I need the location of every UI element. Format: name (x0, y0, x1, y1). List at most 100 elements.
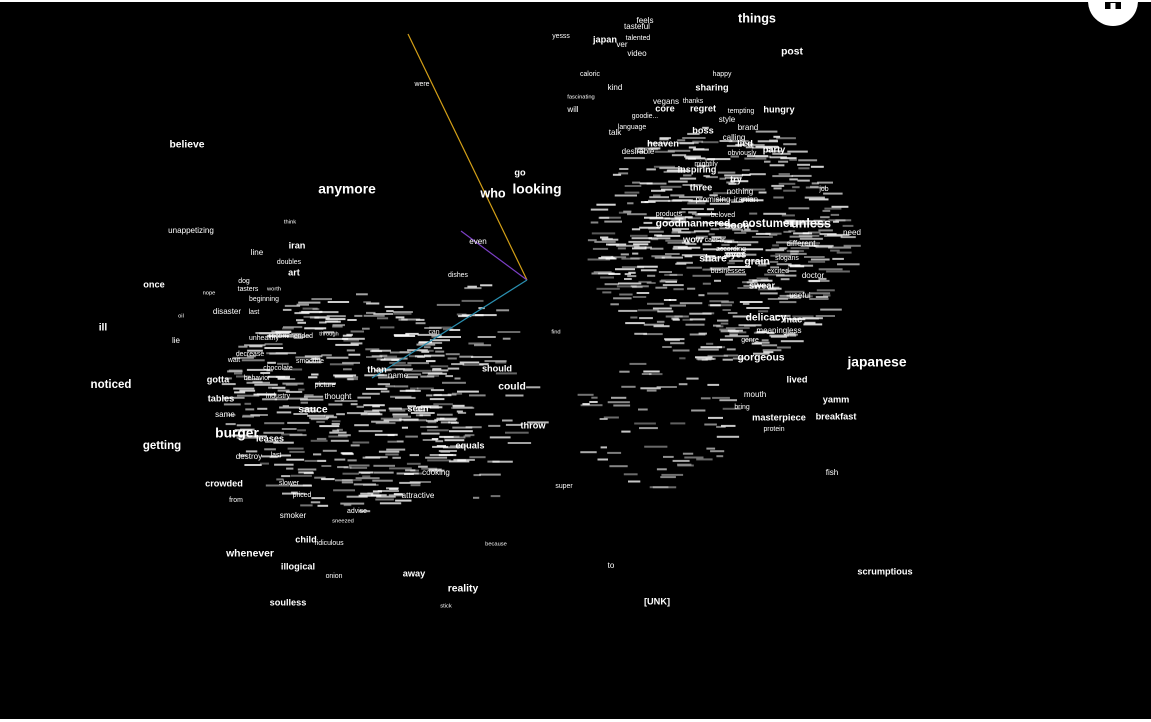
word-point[interactable]: line (251, 248, 264, 257)
word-point[interactable]: iranian (734, 195, 758, 204)
word-point[interactable]: smoothie (296, 358, 324, 365)
word-point[interactable]: mac (784, 314, 802, 324)
word-point[interactable]: video (627, 49, 647, 58)
word-point[interactable]: same (215, 410, 235, 419)
word-point[interactable]: iran (289, 240, 306, 250)
word-point[interactable]: super (555, 483, 573, 490)
word-point[interactable]: brand (738, 123, 759, 132)
word-point[interactable]: grain (744, 257, 769, 268)
word-point[interactable]: should (482, 363, 512, 373)
word-point[interactable]: eyes (726, 249, 746, 259)
word-point[interactable]: goodie... (632, 113, 659, 120)
word-point[interactable]: chocolate (263, 365, 293, 372)
word-point[interactable]: masterpiece (752, 412, 806, 422)
word-point[interactable]: go (514, 167, 526, 177)
word-point[interactable]: obviously (728, 150, 757, 157)
word-point[interactable]: from (229, 497, 243, 504)
word-point[interactable]: worth (266, 287, 281, 293)
word-point[interactable]: soulless (270, 597, 307, 607)
word-point[interactable]: caloric (580, 71, 600, 78)
word-point[interactable]: behavior (244, 375, 271, 382)
word-point[interactable]: wait (227, 357, 240, 364)
word-point[interactable]: fish (826, 468, 839, 477)
word-point[interactable]: oil (178, 314, 184, 320)
word-point[interactable]: tasteful (624, 22, 650, 31)
word-point[interactable]: wow (682, 234, 704, 244)
word-point[interactable]: swear (749, 280, 775, 290)
word-point[interactable]: gorgeous (737, 353, 784, 364)
word-point[interactable]: boss (692, 125, 713, 135)
word-point[interactable]: sauce (298, 405, 328, 416)
word-point[interactable]: smoker (280, 511, 307, 520)
word-point[interactable]: unless (791, 216, 831, 230)
word-point[interactable]: scrumptious (857, 566, 912, 576)
word-point[interactable]: getting (143, 440, 181, 452)
word-point[interactable]: cooking (422, 468, 450, 477)
word-point[interactable]: goodmannered (656, 219, 731, 230)
word-point[interactable]: crowded (205, 478, 243, 488)
word-point[interactable]: illogical (281, 561, 315, 571)
word-point[interactable]: equals (455, 440, 484, 450)
word-point[interactable]: disaster (213, 307, 241, 316)
word-point[interactable]: through (319, 332, 339, 338)
word-point[interactable]: sharing (695, 82, 728, 92)
word-point[interactable]: could (498, 382, 526, 393)
word-point[interactable]: party (763, 144, 786, 154)
word-point[interactable]: tasters (238, 286, 259, 293)
word-point[interactable]: destroy (236, 452, 262, 461)
embedding-scatter-plot[interactable]: thingspostfeelstastefultalentedjapanvide… (0, 2, 1151, 719)
word-point[interactable]: ver (616, 40, 627, 49)
word-point[interactable]: than (367, 364, 387, 374)
word-point[interactable]: priced (293, 492, 312, 499)
word-point[interactable]: looking (512, 182, 561, 197)
word-point[interactable]: hungry (763, 104, 795, 114)
word-point[interactable]: tables (208, 393, 235, 403)
word-point[interactable]: slogans (775, 255, 799, 262)
word-point[interactable]: post (781, 47, 803, 58)
word-point[interactable]: three (690, 182, 712, 192)
word-point[interactable]: lived (787, 374, 808, 384)
word-point[interactable]: businesses (711, 268, 746, 275)
word-point[interactable]: try (730, 174, 743, 184)
word-point[interactable]: will (566, 105, 578, 114)
word-point[interactable]: different (787, 239, 817, 248)
word-point[interactable]: mouth (744, 390, 766, 399)
word-point[interactable]: lie (172, 336, 181, 345)
word-point[interactable]: fascinating (567, 95, 595, 101)
word-point[interactable]: caesar (705, 237, 726, 244)
word-point[interactable]: away (403, 568, 426, 578)
word-point[interactable]: recommended (269, 333, 313, 340)
word-point[interactable]: delicacy (746, 313, 787, 324)
word-point[interactable]: talented (626, 35, 651, 42)
word-point[interactable]: once (143, 279, 164, 289)
word-point[interactable]: share (699, 254, 727, 265)
word-point[interactable]: tempting (728, 108, 755, 115)
word-point[interactable]: inspiring (678, 164, 717, 174)
word-point[interactable]: anymore (318, 182, 376, 197)
word-point[interactable]: think (284, 220, 296, 226)
word-point[interactable]: stick (440, 604, 452, 610)
word-point[interactable]: throw (520, 420, 546, 430)
word-point[interactable]: because (485, 542, 507, 548)
word-point[interactable]: noticed (91, 379, 132, 391)
word-point[interactable]: beginning (249, 296, 279, 303)
word-point[interactable]: style (719, 115, 736, 124)
word-point[interactable]: ill (99, 323, 108, 334)
word-point[interactable]: yamm (823, 394, 850, 404)
word-point[interactable]: gotta (207, 374, 230, 384)
word-point[interactable]: need (843, 228, 861, 237)
word-point[interactable]: job (818, 186, 828, 193)
word-point[interactable]: regret (690, 103, 716, 113)
word-point[interactable]: language (618, 124, 647, 131)
word-point[interactable]: japanese (846, 355, 906, 370)
word-point[interactable]: can (428, 329, 439, 336)
word-point[interactable]: lied (737, 138, 753, 148)
word-point[interactable]: breakfast (816, 411, 857, 421)
word-point[interactable]: art (288, 267, 300, 277)
word-point[interactable]: things (738, 11, 776, 25)
word-point[interactable]: advise (347, 508, 367, 515)
word-point[interactable]: sneezed (332, 519, 354, 525)
word-point[interactable]: even (469, 237, 486, 246)
word-point[interactable]: last (249, 309, 260, 316)
word-point[interactable]: japan (592, 34, 617, 44)
